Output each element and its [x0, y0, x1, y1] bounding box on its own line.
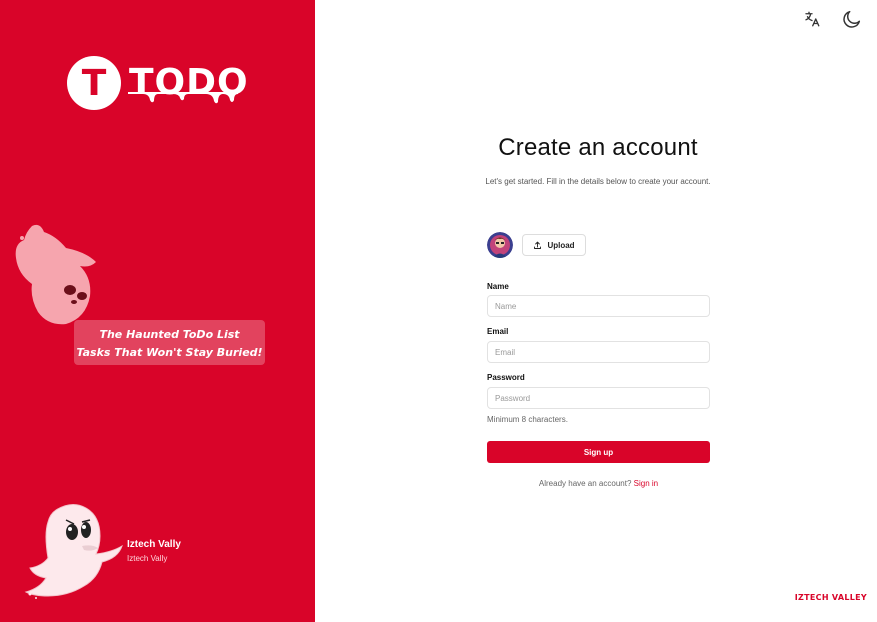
- author-name: Iztech Vally: [127, 539, 181, 550]
- upload-label: Upload: [547, 240, 575, 250]
- header-actions: [799, 6, 865, 32]
- logo-badge: T: [67, 56, 121, 110]
- translate-icon[interactable]: [799, 6, 825, 32]
- avatar[interactable]: [487, 232, 513, 258]
- page-subtitle: Let's get started. Fill in the details b…: [485, 177, 711, 186]
- upload-button[interactable]: Upload: [522, 234, 586, 256]
- sign-up-button[interactable]: Sign up: [487, 441, 710, 463]
- email-label: Email: [487, 327, 509, 336]
- signin-prompt: Already have an account?: [538, 479, 632, 488]
- sign-in-link[interactable]: Sign in: [634, 479, 658, 488]
- logo-letter: T: [81, 63, 107, 104]
- password-hint: Minimum 8 characters.: [487, 415, 568, 424]
- password-input[interactable]: [487, 387, 710, 409]
- tagline-box: The Haunted ToDo List Tasks That Won't S…: [74, 320, 265, 365]
- tagline-line-2: Tasks That Won't Stay Buried!: [76, 346, 263, 359]
- logo-drip-decoration: [128, 92, 238, 104]
- name-input[interactable]: [487, 295, 710, 317]
- footer-brand: IZTECH VALLEY: [794, 593, 867, 602]
- name-label: Name: [487, 282, 509, 291]
- author-subtitle: Iztech Vally: [127, 554, 168, 563]
- email-input[interactable]: [487, 341, 710, 363]
- page-title: Create an account: [498, 134, 698, 161]
- upload-icon: [534, 241, 542, 249]
- signin-prompt-row: Already have an account? Sign in: [487, 479, 710, 488]
- password-label: Password: [487, 373, 525, 382]
- ghost-illustration-top: [15, 224, 97, 325]
- ghost-illustration-bottom: [24, 504, 123, 599]
- author-info: Iztech Vally Iztech Vally: [127, 538, 181, 566]
- tagline-line-1: The Haunted ToDo List: [99, 328, 240, 341]
- moon-icon[interactable]: [839, 6, 865, 32]
- avatar-upload-row: Upload: [487, 232, 586, 258]
- brand-panel: T TODO The Haunted ToDo List Tasks That …: [0, 0, 315, 622]
